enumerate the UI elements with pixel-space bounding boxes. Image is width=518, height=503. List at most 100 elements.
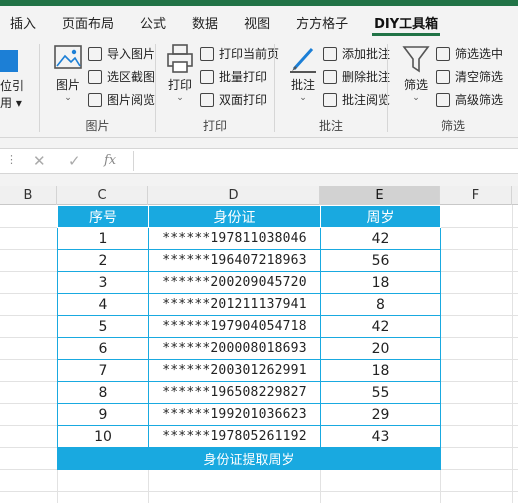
clear-filter-button[interactable]: 清空筛选: [436, 65, 503, 88]
column-header-c[interactable]: C: [57, 186, 148, 205]
header-id-card[interactable]: 身份证: [148, 205, 321, 228]
tab-formulas[interactable]: 公式: [130, 6, 176, 38]
cell-index[interactable]: 3: [57, 271, 149, 294]
cell-age[interactable]: 42: [320, 315, 441, 338]
tab-view[interactable]: 视图: [234, 6, 280, 38]
filter-group-label: 筛选: [440, 119, 465, 133]
cell-age[interactable]: 56: [320, 249, 441, 272]
ribbon-group-filter: 筛选 ⌄ 筛选选中 清空筛选 高级筛选 筛选: [388, 38, 518, 138]
fx-icon[interactable]: fx: [104, 153, 116, 168]
filter-button-label: 筛选: [403, 78, 428, 92]
partial-left-icon: [0, 50, 18, 72]
cancel-icon[interactable]: ✕: [33, 152, 46, 170]
header-age[interactable]: 周岁: [320, 205, 441, 228]
chevron-down-icon: ⌄: [176, 93, 184, 103]
table-row: 4 ******201211137941 8: [57, 293, 441, 316]
column-header-e[interactable]: E: [320, 186, 440, 205]
cell-index[interactable]: 2: [57, 249, 149, 272]
cell-index[interactable]: 4: [57, 293, 149, 316]
tab-page-layout[interactable]: 页面布局: [52, 6, 124, 38]
duplex-print-button[interactable]: 双面打印: [200, 88, 279, 111]
cell-id-card[interactable]: ******197904054718: [148, 315, 321, 338]
image-group-label: 图片: [85, 119, 110, 133]
header-index[interactable]: 序号: [57, 205, 149, 228]
formula-divider: [133, 151, 134, 171]
cell-id-card[interactable]: ******197805261192: [148, 425, 321, 448]
advanced-filter-button[interactable]: 高级筛选: [436, 88, 503, 111]
cell-index[interactable]: 8: [57, 381, 149, 404]
cell-age[interactable]: 42: [320, 227, 441, 250]
duplex-print-label: 双面打印: [219, 93, 268, 107]
cell-id-card[interactable]: ******201211137941: [148, 293, 321, 316]
delete-comment-label: 删除批注: [342, 70, 391, 84]
delete-comment-button[interactable]: 删除批注: [323, 65, 390, 88]
column-header-d[interactable]: D: [148, 186, 320, 205]
region-screenshot-label: 选区截图: [107, 70, 156, 84]
cell-id-card[interactable]: ******196508229827: [148, 381, 321, 404]
cell-age[interactable]: 43: [320, 425, 441, 448]
comment-button[interactable]: 批注 ⌄: [285, 42, 321, 103]
cell-id-card[interactable]: ******197811038046: [148, 227, 321, 250]
filter-button[interactable]: 筛选 ⌄: [398, 42, 434, 103]
cell-age[interactable]: 29: [320, 403, 441, 426]
image-view-label: 图片阅览: [107, 93, 156, 107]
tab-insert[interactable]: 插入: [0, 6, 46, 38]
image-view-button[interactable]: 图片阅览: [88, 88, 155, 111]
print-button[interactable]: 打印 ⌄: [162, 42, 198, 103]
add-comment-button[interactable]: 添加批注: [323, 42, 390, 65]
cell-index[interactable]: 7: [57, 359, 149, 382]
advanced-filter-icon: [436, 92, 450, 107]
image-button[interactable]: 图片 ⌄: [50, 42, 86, 103]
cell-age[interactable]: 8: [320, 293, 441, 316]
tab-diy-toolbox[interactable]: DIY工具箱: [364, 6, 448, 38]
grip-icon: ⋮: [6, 153, 17, 166]
table-row: 3 ******200209045720 18: [57, 271, 441, 294]
funnel-icon: [402, 46, 430, 73]
print-current-page-button[interactable]: 打印当前页: [200, 42, 279, 65]
cell-index[interactable]: 6: [57, 337, 149, 360]
ribbon: 位引 用 ▾ 图片 ⌄ 导入图片 选区截图 图片阅览 图片 打印 ⌄ 打印当前页…: [0, 38, 518, 138]
batch-print-button[interactable]: 批量打印: [200, 65, 279, 88]
table-row: 1 ******197811038046 42: [57, 227, 441, 250]
cell-age[interactable]: 18: [320, 359, 441, 382]
cell-age[interactable]: 18: [320, 271, 441, 294]
tab-data[interactable]: 数据: [182, 6, 228, 38]
region-screenshot-button[interactable]: 选区截图: [88, 65, 155, 88]
cell-id-card[interactable]: ******200209045720: [148, 271, 321, 294]
cell-id-card[interactable]: ******196407218963: [148, 249, 321, 272]
cell-id-card[interactable]: ******199201036623: [148, 403, 321, 426]
tab-fangfang[interactable]: 方方格子: [286, 6, 358, 38]
column-header-b[interactable]: B: [0, 186, 57, 205]
cell-id-card[interactable]: ******200301262991: [148, 359, 321, 382]
view-comments-button[interactable]: 批注阅览: [323, 88, 390, 111]
column-header-f[interactable]: F: [440, 186, 512, 205]
partial-left-button[interactable]: 位引 用 ▾: [0, 78, 24, 112]
confirm-icon[interactable]: ✓: [68, 152, 81, 170]
image-view-icon: [88, 92, 102, 107]
image-button-label: 图片: [55, 78, 80, 92]
age-table: 序号 身份证 周岁 1 ******197811038046 42 2 ******1…: [57, 205, 441, 470]
chevron-down-icon: ⌄: [299, 93, 307, 103]
formula-bar-area: ⋮ ✕ ✓ fx: [0, 138, 518, 186]
import-image-button[interactable]: 导入图片: [88, 42, 155, 65]
comment-group-label: 批注: [318, 119, 343, 133]
cell-index[interactable]: 10: [57, 425, 149, 448]
table-row: 9 ******199201036623 29: [57, 403, 441, 426]
cell-id-card[interactable]: ******200008018693: [148, 337, 321, 360]
clear-filter-label: 清空筛选: [455, 70, 504, 84]
formula-input[interactable]: [140, 149, 514, 173]
filter-selected-button[interactable]: 筛选选中: [436, 42, 503, 65]
cell-index[interactable]: 9: [57, 403, 149, 426]
table-row: 5 ******197904054718 42: [57, 315, 441, 338]
table-header-row: 序号 身份证 周岁: [57, 205, 441, 228]
cell-index[interactable]: 1: [57, 227, 149, 250]
table-row: 10 ******197805261192 43: [57, 425, 441, 448]
cell-age[interactable]: 20: [320, 337, 441, 360]
table-footer-caption[interactable]: 身份证提取周岁: [57, 447, 441, 470]
cell-index[interactable]: 5: [57, 315, 149, 338]
cell-age[interactable]: 55: [320, 381, 441, 404]
print-page-icon: [200, 46, 214, 61]
image-icon: [54, 45, 82, 69]
table-footer-row: 身份证提取周岁: [57, 447, 441, 470]
add-comment-label: 添加批注: [342, 47, 391, 61]
